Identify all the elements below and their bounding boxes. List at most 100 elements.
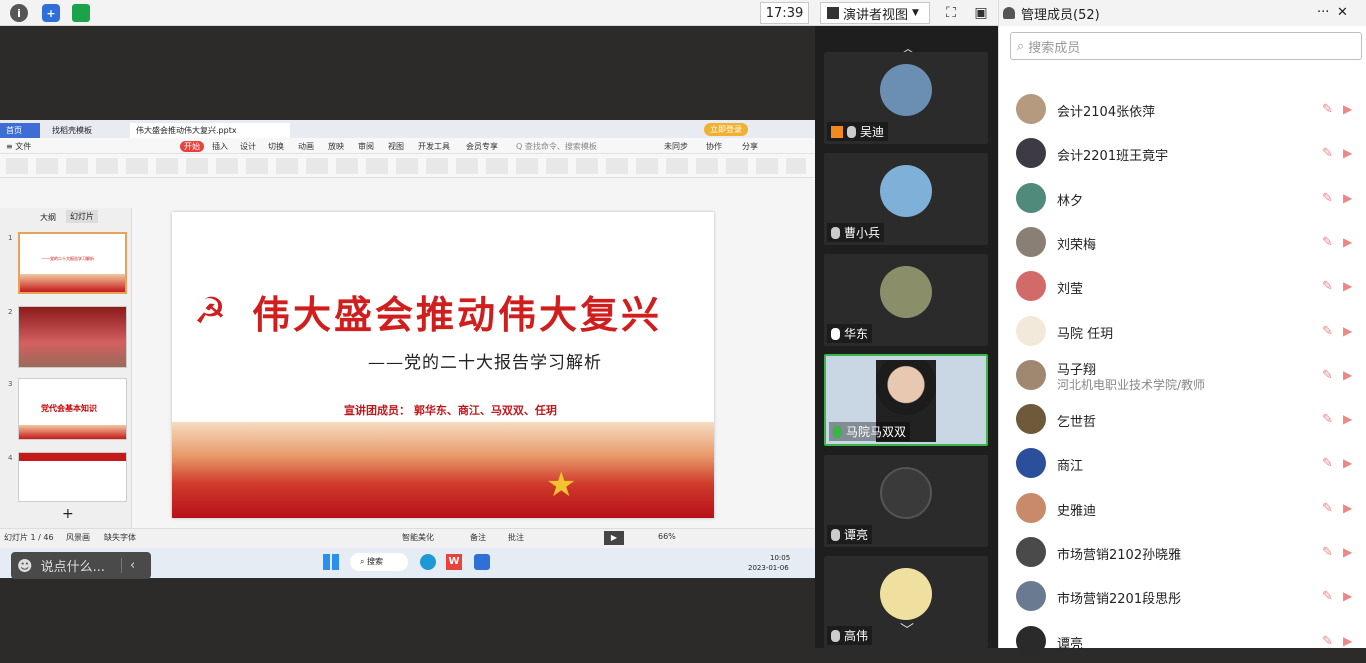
camera-off-icon[interactable]: ▶: [1343, 545, 1361, 561]
panel-tab-slides[interactable]: 幻灯片: [66, 210, 98, 223]
close-icon[interactable]: ✕: [1337, 5, 1348, 20]
video-tile[interactable]: 华东: [824, 254, 988, 346]
menu-view[interactable]: 视图: [388, 141, 404, 152]
camera-off-icon[interactable]: ▶: [1343, 501, 1361, 517]
zoom-level[interactable]: 66%: [658, 532, 676, 541]
member-row[interactable]: 马子翔 河北机电职业技术学院/教师 ✎ ▶: [999, 353, 1366, 397]
info-icon[interactable]: i: [10, 4, 28, 22]
mic-muted-icon[interactable]: ✎: [1322, 545, 1334, 561]
mic-muted-icon[interactable]: ✎: [1322, 279, 1334, 295]
chevron-down-icon[interactable]: ﹀: [900, 620, 914, 640]
notes-button[interactable]: 备注: [470, 532, 486, 543]
add-slide-icon[interactable]: +: [62, 506, 74, 522]
collab-button[interactable]: 协作: [706, 141, 722, 152]
member-row[interactable]: 刘莹 ✎ ▶: [999, 264, 1366, 308]
signal-icon[interactable]: [72, 4, 90, 22]
camera-off-icon[interactable]: ▶: [1343, 146, 1361, 162]
camera-off-icon[interactable]: ▶: [1343, 634, 1361, 650]
menu-dev[interactable]: 开发工具: [418, 141, 450, 152]
member-row[interactable]: 市场营销2102孙晓雅 ✎ ▶: [999, 530, 1366, 574]
windows-start-icon[interactable]: [323, 554, 339, 570]
video-tile[interactable]: 吴迪: [824, 52, 988, 144]
mic-muted-icon[interactable]: ✎: [1322, 102, 1334, 118]
video-tile-active[interactable]: 马院马双双: [824, 354, 988, 446]
taskbar-search[interactable]: ⌕ 搜索: [350, 553, 408, 571]
more-icon[interactable]: ···: [1317, 5, 1329, 20]
tab-templates[interactable]: 找稻壳模板: [46, 123, 98, 138]
mic-muted-icon[interactable]: ✎: [1322, 456, 1334, 472]
member-name: 刘荣梅: [1057, 237, 1097, 253]
presenter-view-button[interactable]: 演讲者视图 ▼: [820, 2, 930, 24]
wps-icon[interactable]: W: [446, 554, 462, 570]
meeting-app-icon[interactable]: [474, 554, 490, 570]
edge-icon[interactable]: [420, 554, 436, 570]
menu-file[interactable]: ≡ 文件: [6, 141, 31, 152]
mic-muted-icon[interactable]: ✎: [1322, 235, 1334, 251]
camera-off-icon[interactable]: ▶: [1343, 589, 1361, 605]
member-row[interactable]: 史雅迪 ✎ ▶: [999, 486, 1366, 530]
member-row[interactable]: 商江 ✎ ▶: [999, 441, 1366, 485]
camera-off-icon[interactable]: ▶: [1343, 102, 1361, 118]
member-row[interactable]: 会计2201班王竟宇 ✎ ▶: [999, 131, 1366, 175]
menu-slideshow[interactable]: 放映: [328, 141, 344, 152]
tab-home[interactable]: 首页: [0, 123, 40, 138]
panel-tab-outline[interactable]: 大纲: [40, 212, 56, 223]
member-search-input[interactable]: ⌕ 搜索成员: [1010, 32, 1362, 60]
video-tile[interactable]: 谭亮: [824, 455, 988, 547]
menu-member[interactable]: 会员专享: [466, 141, 498, 152]
participant-label: 马院马双双: [846, 425, 907, 439]
mic-muted-icon[interactable]: ✎: [1322, 191, 1334, 207]
chevron-left-icon[interactable]: ‹: [121, 558, 135, 573]
emoji-icon[interactable]: ☻: [17, 557, 33, 575]
play-icon[interactable]: ▶: [604, 531, 624, 545]
sync-status[interactable]: 未同步: [664, 141, 688, 152]
comments-button[interactable]: 批注: [508, 532, 524, 543]
camera-off-icon[interactable]: ▶: [1343, 456, 1361, 472]
smart-beautify[interactable]: 智能美化: [402, 532, 434, 543]
participant-name: 马院马双双: [829, 422, 911, 441]
member-row[interactable]: 谭亮 ✎ ▶: [999, 619, 1366, 663]
menu-animation[interactable]: 动画: [298, 141, 314, 152]
camera-off-icon[interactable]: ▶: [1343, 412, 1361, 428]
participant-name: 谭亮: [827, 525, 873, 544]
command-search[interactable]: Q 查找命令、搜索模板: [516, 141, 597, 152]
slide-thumb-2[interactable]: [18, 306, 127, 368]
camera-off-icon[interactable]: ▶: [1343, 324, 1361, 340]
menu-insert[interactable]: 插入: [212, 141, 228, 152]
video-tile[interactable]: 曹小兵: [824, 153, 988, 245]
member-row[interactable]: 市场营销2201段思彤 ✎ ▶: [999, 574, 1366, 618]
shield-icon[interactable]: +: [42, 4, 60, 22]
fullscreen-icon[interactable]: ⛶: [940, 3, 962, 23]
tab-document[interactable]: 伟大盛会推动伟大复兴.pptx: [130, 123, 290, 138]
menu-transition[interactable]: 切换: [268, 141, 284, 152]
slide-thumb-3[interactable]: 党代会基本知识: [18, 378, 127, 440]
missing-fonts[interactable]: 缺失字体: [104, 532, 136, 543]
camera-off-icon[interactable]: ▶: [1343, 279, 1361, 295]
mic-muted-icon[interactable]: ✎: [1322, 368, 1334, 384]
share-button[interactable]: 分享: [742, 141, 758, 152]
slide-thumb-4[interactable]: [18, 452, 127, 502]
mic-muted-icon[interactable]: ✎: [1322, 501, 1334, 517]
mic-muted-icon[interactable]: ✎: [1322, 634, 1334, 650]
member-row[interactable]: 林夕 ✎ ▶: [999, 176, 1366, 220]
camera-off-icon[interactable]: ▶: [1343, 191, 1361, 207]
member-row[interactable]: 马院 任玥 ✎ ▶: [999, 309, 1366, 353]
mic-muted-icon[interactable]: ✎: [1322, 146, 1334, 162]
mic-muted-icon[interactable]: ✎: [1322, 324, 1334, 340]
member-row[interactable]: 会计2104张依萍 ✎ ▶: [999, 87, 1366, 131]
sidebar-toggle-icon[interactable]: ▣: [970, 3, 992, 23]
member-row[interactable]: 乞世哲 ✎ ▶: [999, 397, 1366, 441]
menu-design[interactable]: 设计: [240, 141, 256, 152]
login-button[interactable]: 立即登录: [704, 123, 748, 136]
camera-off-icon[interactable]: ▶: [1343, 368, 1361, 384]
camera-off-icon[interactable]: ▶: [1343, 235, 1361, 251]
member-row[interactable]: 刘荣梅 ✎ ▶: [999, 220, 1366, 264]
mic-muted-icon[interactable]: ✎: [1322, 589, 1334, 605]
menu-start[interactable]: 开始: [180, 141, 204, 152]
mic-muted-icon[interactable]: ✎: [1322, 412, 1334, 428]
video-tile[interactable]: 高伟 ﹀: [824, 556, 988, 648]
menu-review[interactable]: 审阅: [358, 141, 374, 152]
slide-thumb-1[interactable]: ——党的二十大报告学习解析: [18, 232, 127, 294]
chat-input[interactable]: ☻ 说点什么... ‹: [11, 552, 151, 579]
user-icon: [1003, 7, 1015, 19]
